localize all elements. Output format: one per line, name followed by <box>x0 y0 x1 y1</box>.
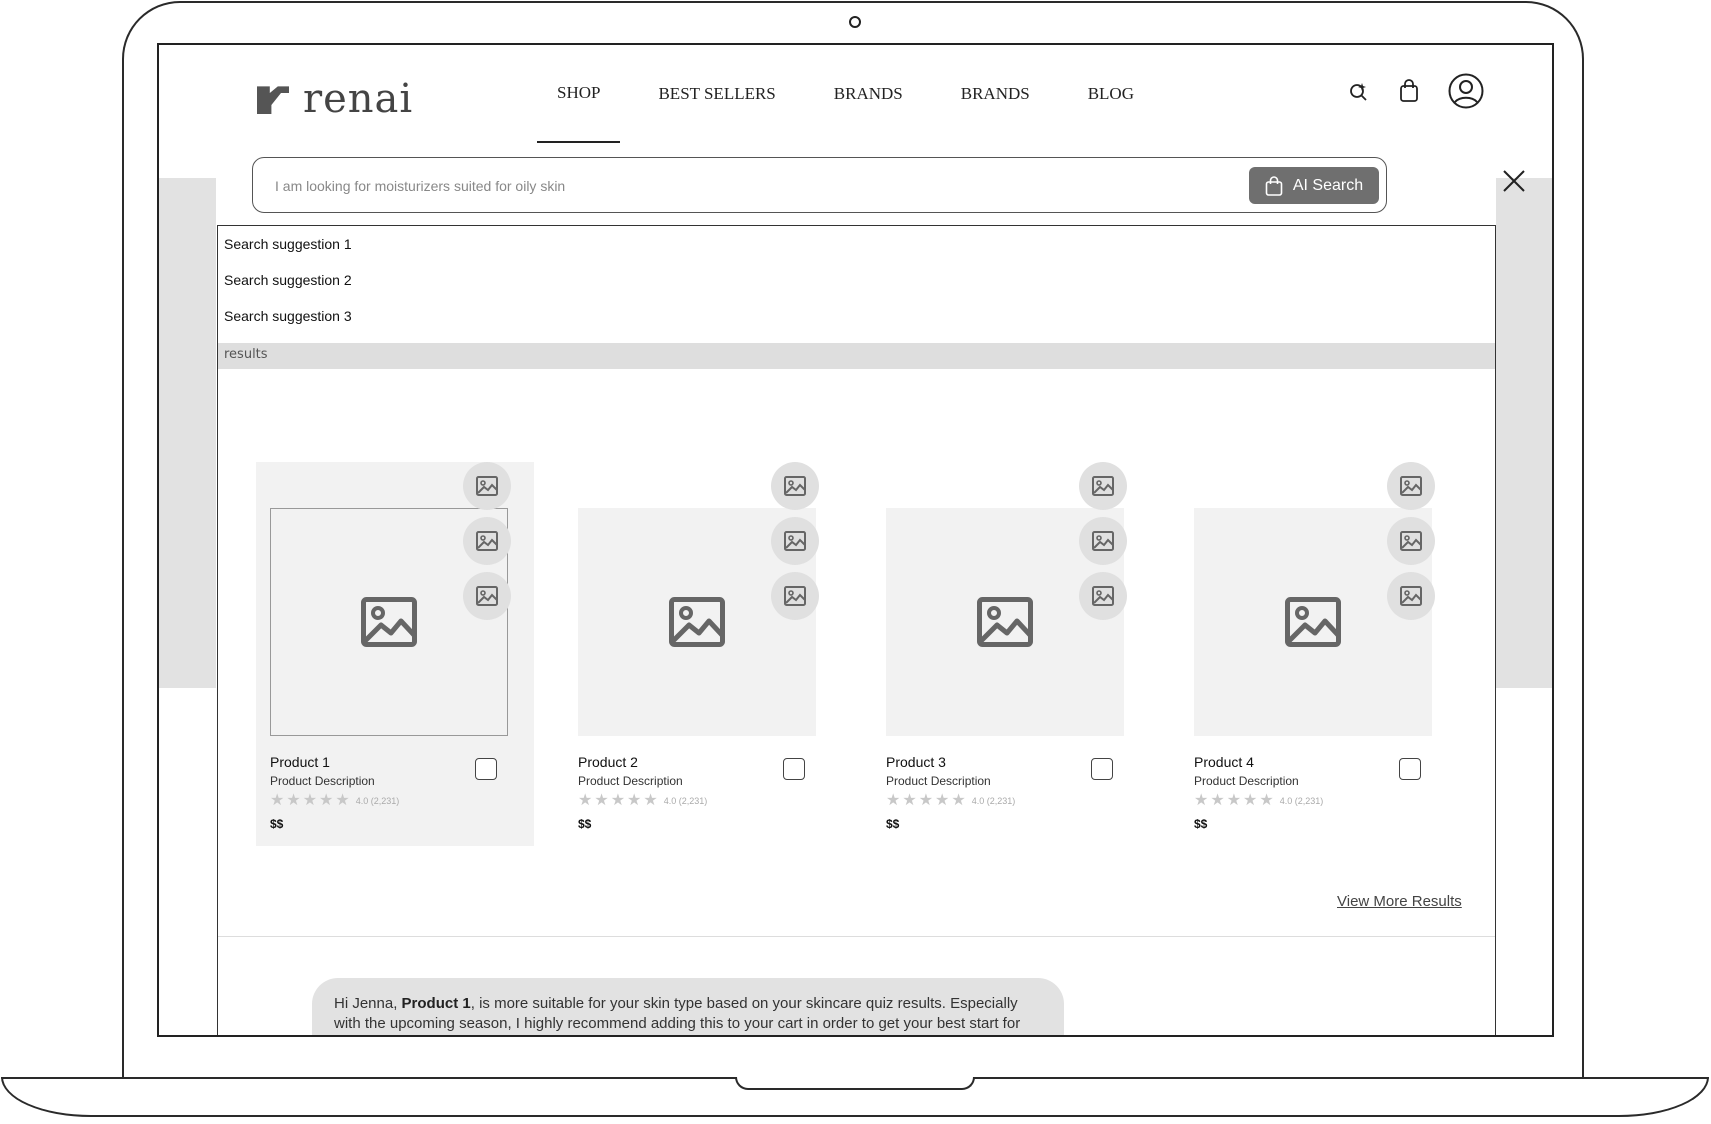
star-icon: ★ <box>578 792 593 809</box>
search-results-panel: Search suggestion 1 Search suggestion 2 … <box>217 225 1496 1035</box>
search-box: AI Search <box>252 157 1387 213</box>
header-icons <box>1348 73 1484 109</box>
image-thumb-icon[interactable] <box>463 517 511 565</box>
star-icon: ★ <box>1259 792 1274 809</box>
results-bar: results <box>218 343 1495 369</box>
compare-checkbox[interactable] <box>1399 758 1421 780</box>
image-placeholder-icon <box>1285 597 1341 647</box>
product-rating: ★ ★ ★ ★ ★ 4.0 (2,231) <box>1194 793 1323 809</box>
product-rating: ★ ★ ★ ★ ★ 4.0 (2,231) <box>886 793 1015 809</box>
rating-text: 4.0 (2,231) <box>355 796 400 806</box>
product-price: $$ <box>578 817 592 831</box>
results-label: results <box>224 347 268 362</box>
star-icon: ★ <box>286 792 301 809</box>
rating-text: 4.0 (2,231) <box>1279 796 1324 806</box>
star-icon: ★ <box>270 792 285 809</box>
image-thumb-icon[interactable] <box>771 462 819 510</box>
product-name[interactable]: Product 3 <box>886 754 946 770</box>
star-icon: ★ <box>951 792 966 809</box>
view-more-results-link[interactable]: View More Results <box>1337 893 1462 910</box>
image-thumb-icon[interactable] <box>1387 517 1435 565</box>
compare-checkbox[interactable] <box>783 758 805 780</box>
star-icon: ★ <box>610 792 626 809</box>
nav-shop[interactable]: SHOP <box>537 45 621 143</box>
chat-product-link[interactable]: Product 1 <box>402 995 471 1012</box>
product-description: Product Description <box>578 774 683 788</box>
compare-checkbox[interactable] <box>475 758 497 780</box>
user-icon[interactable] <box>1448 73 1484 109</box>
compare-checkbox[interactable] <box>1091 758 1113 780</box>
product-name[interactable]: Product 2 <box>578 754 638 770</box>
shopping-bag-icon <box>1265 175 1283 196</box>
nav-brands[interactable]: BRANDS <box>814 45 923 143</box>
image-thumb-icon[interactable] <box>771 572 819 620</box>
product-description: Product Description <box>1194 774 1299 788</box>
image-placeholder-icon <box>361 597 417 647</box>
product-rating: ★ ★ ★ ★ ★ 4.0 (2,231) <box>578 793 707 809</box>
product-name[interactable]: Product 4 <box>1194 754 1254 770</box>
assistant-message: Hi Jenna, Product 1, is more suitable fo… <box>312 978 1064 1035</box>
nav-blog[interactable]: BLOG <box>1068 45 1154 143</box>
image-placeholder-icon <box>669 597 725 647</box>
star-icon: ★ <box>302 792 318 809</box>
image-thumb-icon[interactable] <box>463 462 511 510</box>
laptop-notch <box>735 1077 975 1090</box>
star-icon: ★ <box>643 792 658 809</box>
image-thumb-icon[interactable] <box>1387 462 1435 510</box>
product-description: Product Description <box>270 774 375 788</box>
search-suggestion[interactable]: Search suggestion 2 <box>224 272 352 288</box>
product-price: $$ <box>1194 817 1208 831</box>
rating-text: 4.0 (2,231) <box>663 796 708 806</box>
main-nav: SHOP BEST SELLERS BRANDS BRANDS BLOG <box>537 45 1154 143</box>
star-icon: ★ <box>594 792 609 809</box>
image-thumb-icon[interactable] <box>1079 462 1127 510</box>
screen: renai SHOP BEST SELLERS BRANDS BRANDS BL… <box>157 43 1554 1037</box>
ai-search-button[interactable]: AI Search <box>1249 167 1379 204</box>
nav-best-sellers[interactable]: BEST SELLERS <box>638 45 795 143</box>
bag-icon[interactable] <box>1398 79 1420 103</box>
image-thumb-icon[interactable] <box>1079 572 1127 620</box>
chat-greeting: Hi Jenna, <box>334 995 402 1012</box>
image-thumb-icon[interactable] <box>1079 517 1127 565</box>
close-icon[interactable] <box>1500 167 1528 195</box>
star-icon: ★ <box>335 792 350 809</box>
site-header: renai SHOP BEST SELLERS BRANDS BRANDS BL… <box>217 45 1496 144</box>
divider <box>218 936 1495 937</box>
star-icon: ★ <box>1210 792 1225 809</box>
image-thumb-icon[interactable] <box>463 572 511 620</box>
image-placeholder-icon <box>977 597 1033 647</box>
rating-text: 4.0 (2,231) <box>971 796 1016 806</box>
logo-mark-icon <box>257 86 289 114</box>
product-rating: ★ ★ ★ ★ ★ 4.0 (2,231) <box>270 793 399 809</box>
logo-text: renai <box>303 76 414 122</box>
backdrop-right <box>1496 178 1552 688</box>
nav-brands-2[interactable]: BRANDS <box>941 45 1050 143</box>
product-description: Product Description <box>886 774 991 788</box>
star-icon: ★ <box>1243 792 1258 809</box>
backdrop-left <box>159 178 216 688</box>
product-name[interactable]: Product 1 <box>270 754 330 770</box>
star-icon: ★ <box>627 792 642 809</box>
ai-search-icon[interactable] <box>1348 80 1370 102</box>
star-icon: ★ <box>1226 792 1242 809</box>
star-icon: ★ <box>886 792 901 809</box>
star-icon: ★ <box>902 792 917 809</box>
star-icon: ★ <box>1194 792 1209 809</box>
search-suggestion[interactable]: Search suggestion 1 <box>224 236 352 252</box>
star-icon: ★ <box>319 792 334 809</box>
ai-search-label: AI Search <box>1292 176 1364 194</box>
product-price: $$ <box>886 817 900 831</box>
star-icon: ★ <box>935 792 950 809</box>
star-icon: ★ <box>918 792 934 809</box>
search-input[interactable] <box>273 170 1157 202</box>
search-suggestion[interactable]: Search suggestion 3 <box>224 308 352 324</box>
image-thumb-icon[interactable] <box>1387 572 1435 620</box>
logo[interactable]: renai <box>257 79 413 119</box>
product-price: $$ <box>270 817 284 831</box>
camera-icon <box>849 16 861 28</box>
image-thumb-icon[interactable] <box>771 517 819 565</box>
